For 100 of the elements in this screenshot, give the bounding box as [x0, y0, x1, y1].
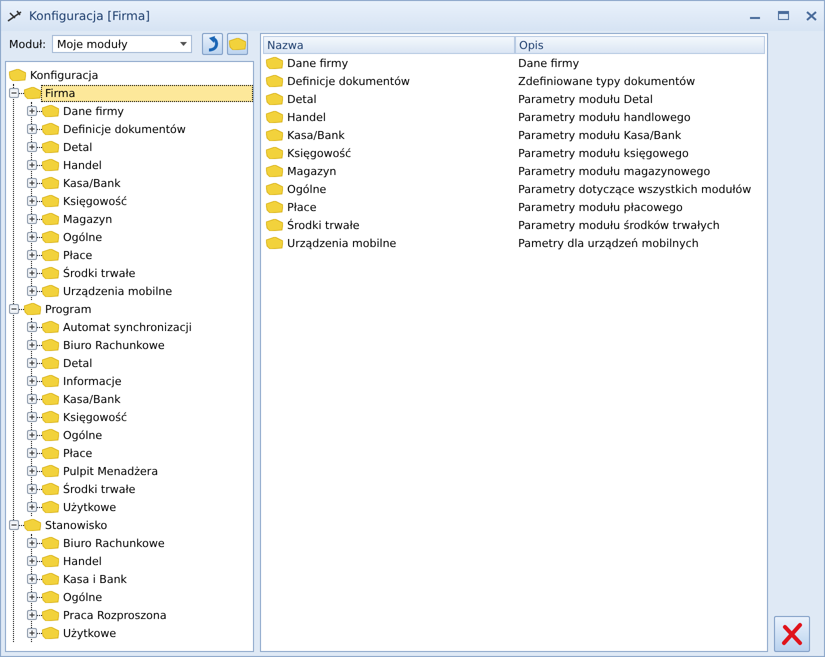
folder-icon — [266, 165, 284, 177]
tree-item[interactable]: Konfiguracja — [26, 66, 102, 84]
tree-item[interactable]: Automat synchronizacji — [59, 318, 196, 336]
expand-icon[interactable] — [27, 196, 37, 206]
folder-icon — [42, 231, 59, 243]
expand-icon[interactable] — [27, 466, 37, 476]
tree-item[interactable]: Księgowość — [59, 192, 131, 210]
expand-icon[interactable] — [27, 592, 37, 602]
table-cell-text: Parametry modułu księgowego — [517, 146, 690, 160]
tree-item[interactable]: Środki trwałe — [59, 480, 140, 498]
folder-icon — [266, 219, 284, 231]
expand-icon[interactable] — [27, 628, 37, 638]
expand-icon[interactable] — [27, 322, 37, 332]
tree-item[interactable]: Praca Rozproszona — [59, 606, 171, 624]
expand-icon[interactable] — [27, 574, 37, 584]
tree-item[interactable]: Kasa/Bank — [59, 174, 125, 192]
table-cell-text: Parametry modułu magazynowego — [517, 164, 712, 178]
tree-item[interactable]: Handel — [59, 156, 106, 174]
folder-icon — [42, 465, 59, 477]
tree-item[interactable]: Użytkowe — [59, 498, 120, 516]
maximize-icon[interactable] — [778, 11, 788, 21]
close-icon[interactable] — [806, 11, 816, 21]
expand-icon[interactable] — [27, 214, 37, 224]
tree-item[interactable]: Biuro Rachunkowe — [59, 534, 169, 552]
collapse-icon[interactable] — [9, 520, 19, 530]
folder-icon — [42, 573, 59, 585]
tree-item[interactable]: Program — [41, 300, 96, 318]
collapse-icon[interactable] — [9, 304, 19, 314]
table-cell: Księgowość — [287, 146, 352, 160]
table-cell: Detal — [287, 92, 317, 106]
refresh-button[interactable] — [202, 33, 224, 55]
expand-icon[interactable] — [27, 430, 37, 440]
tree-item[interactable]: Definicje dokumentów — [59, 120, 190, 138]
tree-item[interactable]: Pulpit Menadżera — [59, 462, 162, 480]
expand-icon[interactable] — [27, 358, 37, 368]
folder-icon — [42, 321, 59, 333]
tree-item[interactable]: Płace — [59, 444, 96, 462]
tree-item[interactable]: Detal — [59, 138, 96, 156]
expand-icon[interactable] — [27, 286, 37, 296]
expand-icon[interactable] — [27, 502, 37, 512]
tree-item[interactable]: Ogólne — [59, 426, 106, 444]
folder-icon — [24, 303, 41, 315]
expand-icon[interactable] — [27, 250, 37, 260]
dropdown-arrow-icon — [180, 42, 188, 46]
expand-icon[interactable] — [27, 340, 37, 350]
folder-icon — [42, 123, 59, 135]
folder-icon — [42, 393, 59, 405]
expand-icon[interactable] — [27, 448, 37, 458]
tree-item[interactable]: Biuro Rachunkowe — [59, 336, 169, 354]
table-cell: Kasa/Bank — [287, 128, 345, 142]
folder-icon — [42, 177, 59, 189]
folder-icon — [42, 267, 59, 279]
table-cell-text: Parametry dotyczące wszystkich modułów — [517, 182, 752, 196]
tree-item[interactable]: Ogólne — [59, 588, 106, 606]
tree-item[interactable]: Kasa i Bank — [59, 570, 131, 588]
column-header[interactable]: Opis — [515, 36, 766, 54]
expand-icon[interactable] — [27, 268, 37, 278]
expand-icon[interactable] — [27, 394, 37, 404]
expand-icon[interactable] — [27, 412, 37, 422]
expand-icon[interactable] — [27, 376, 37, 386]
folder-icon — [229, 38, 246, 50]
expand-icon[interactable] — [27, 178, 37, 188]
table-cell-text: Parametry modułu płacowego — [517, 200, 684, 214]
expand-icon[interactable] — [27, 142, 37, 152]
table-cell-text: Parametry modułu handlowego — [517, 110, 692, 124]
table-cell: Płace — [287, 200, 316, 214]
folder-icon — [42, 357, 59, 369]
tree-item[interactable]: Stanowisko — [41, 516, 112, 534]
table-cell: Urządzenia mobilne — [287, 236, 396, 250]
tree-item[interactable]: Firma — [41, 84, 254, 102]
tree-item[interactable]: Dane firmy — [59, 102, 128, 120]
tree-item[interactable]: Detal — [59, 354, 96, 372]
expand-icon[interactable] — [27, 106, 37, 116]
folder-icon — [9, 69, 26, 81]
table-cell-text: Pametry dla urządzeń mobilnych — [517, 236, 700, 250]
tree-item[interactable]: Środki trwałe — [59, 264, 140, 282]
folder-icon — [266, 147, 284, 159]
folder-icon — [42, 285, 59, 297]
collapse-icon[interactable] — [9, 88, 19, 98]
expand-icon[interactable] — [27, 610, 37, 620]
module-dropdown[interactable]: Moje moduły — [52, 35, 192, 53]
column-header[interactable]: Nazwa — [263, 36, 516, 54]
tree-item[interactable]: Informacje — [59, 372, 126, 390]
tree-item[interactable]: Użytkowe — [59, 624, 120, 642]
tree-item[interactable]: Kasa/Bank — [59, 390, 125, 408]
folder-icon — [42, 501, 59, 513]
tree-item[interactable]: Urządzenia mobilne — [59, 282, 176, 300]
expand-icon[interactable] — [27, 124, 37, 134]
expand-icon[interactable] — [27, 484, 37, 494]
tree-item[interactable]: Ogólne — [59, 228, 106, 246]
expand-icon[interactable] — [27, 538, 37, 548]
expand-icon[interactable] — [27, 556, 37, 566]
close-button[interactable] — [774, 616, 810, 652]
expand-icon[interactable] — [27, 160, 37, 170]
expand-icon[interactable] — [27, 232, 37, 242]
tree-item[interactable]: Księgowość — [59, 408, 131, 426]
tree-item[interactable]: Handel — [59, 552, 106, 570]
table-cell-text: Parametry modułu środków trwałych — [517, 218, 721, 232]
tree-item[interactable]: Płace — [59, 246, 96, 264]
tree-item[interactable]: Magazyn — [59, 210, 116, 228]
